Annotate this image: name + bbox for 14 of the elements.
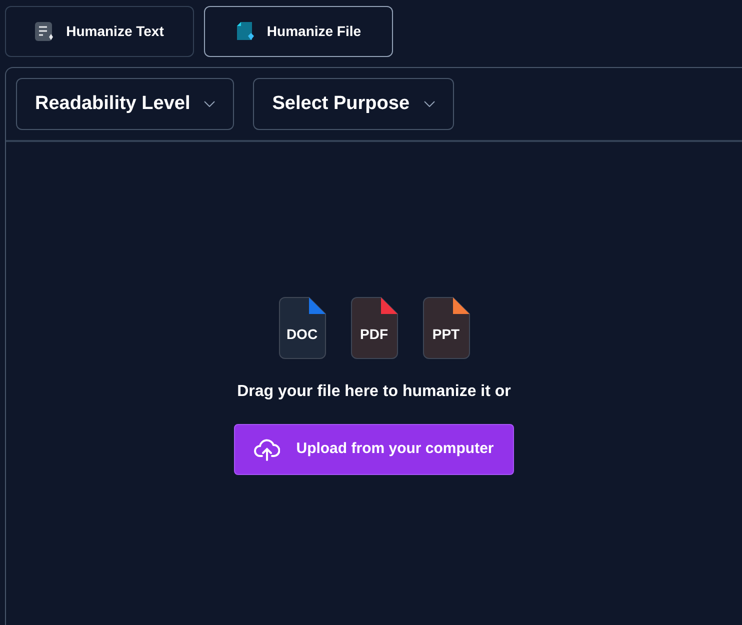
tab[interactable]: Humanize File bbox=[204, 6, 393, 57]
file-icon bbox=[236, 22, 256, 42]
chevron-icon bbox=[424, 101, 435, 107]
upload-icon bbox=[254, 438, 280, 460]
document-icon bbox=[35, 22, 56, 42]
dropdown[interactable]: Select Purpose bbox=[253, 78, 454, 130]
file-type-icon: PPT bbox=[422, 297, 470, 359]
dropdown[interactable]: Readability Level bbox=[16, 78, 234, 130]
chevron-icon bbox=[204, 101, 216, 107]
file-type-icon: DOC bbox=[278, 297, 326, 359]
file-type-icon: PDF bbox=[350, 297, 398, 359]
drop-prompt: Drag your file here to humanize it or bbox=[237, 382, 511, 402]
tab[interactable]: Humanize Text bbox=[5, 6, 194, 57]
upload-button[interactable]: Upload from your computer bbox=[234, 424, 514, 475]
